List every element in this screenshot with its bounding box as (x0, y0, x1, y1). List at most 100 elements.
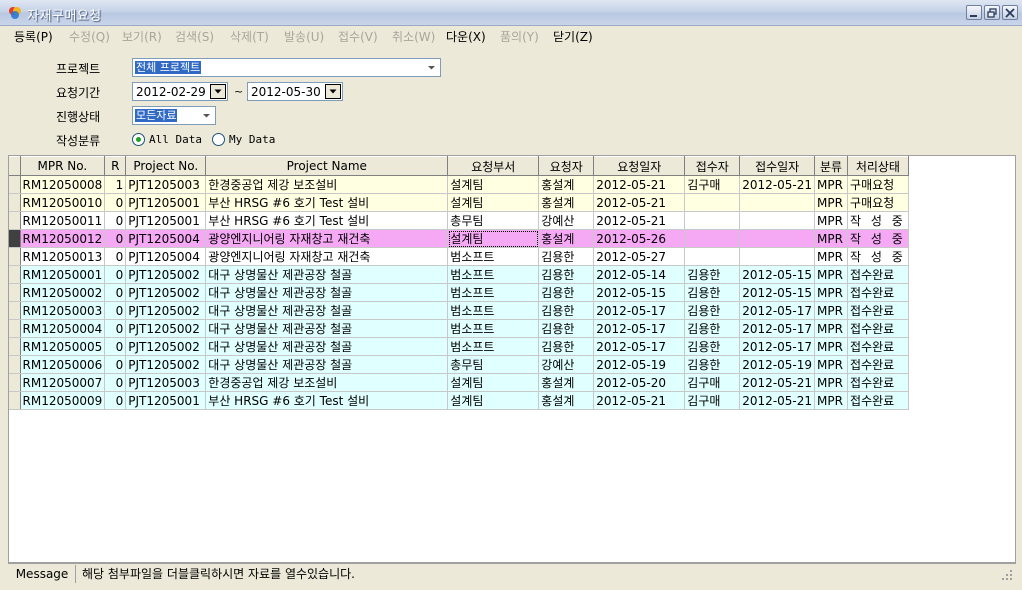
table-cell[interactable]: 부산 HRSG #6 호기 Test 설비 (205, 391, 449, 410)
table-cell[interactable]: MPR (814, 211, 849, 230)
table-cell[interactable]: MPR (814, 373, 849, 392)
table-cell[interactable]: 김용한 (538, 247, 595, 266)
table-cell[interactable]: 접수완료 (847, 283, 909, 302)
table-cell[interactable]: 0 (104, 211, 127, 230)
table-cell[interactable]: RM12050007 (20, 373, 106, 392)
table-cell[interactable]: 대구 상명물산 제관공장 철골 (205, 301, 449, 320)
table-cell[interactable]: 김용한 (684, 319, 741, 338)
table-cell[interactable]: 0 (104, 229, 127, 248)
menu-item-8[interactable]: 다운(X) (446, 28, 486, 45)
table-cell[interactable]: RM12050004 (20, 319, 106, 338)
table-cell[interactable]: RM12050013 (20, 247, 106, 266)
table-cell[interactable]: 대구 상명물산 제관공장 철골 (205, 355, 449, 374)
table-row[interactable]: RM12050006 0 PJT1205002 대구 상명물산 제관공장 철골 총무팀 강… (9, 355, 909, 374)
table-cell[interactable]: 구매요청 (847, 193, 909, 212)
menu-item-0[interactable]: 등록(P) (14, 28, 53, 45)
table-cell[interactable]: 광양엔지니어링 자재창고 재건축 (205, 229, 449, 248)
table-cell[interactable]: 2012-05-26 (593, 229, 686, 248)
column-header[interactable]: 요청일자 (593, 156, 686, 176)
table-cell[interactable]: 0 (104, 265, 127, 284)
table-cell[interactable] (684, 229, 741, 248)
table-row[interactable]: RM12050001 0 PJT1205002 대구 상명물산 제관공장 철골 범소프트… (9, 265, 909, 284)
table-cell[interactable]: PJT1205003 (125, 373, 207, 392)
table-cell[interactable]: 2012-05-17 (593, 319, 686, 338)
table-cell[interactable]: 김용한 (538, 301, 595, 320)
table-cell[interactable]: 0 (104, 337, 127, 356)
table-cell[interactable]: 2012-05-21 (593, 175, 686, 194)
table-cell[interactable]: RM12050006 (20, 355, 106, 374)
table-cell[interactable]: 구매요청 (847, 175, 909, 194)
column-header[interactable]: Project Name (205, 156, 449, 176)
row-indicator[interactable] (9, 283, 21, 302)
date-from-field[interactable]: 2012-02-29 (132, 82, 228, 101)
radio-my-data[interactable] (212, 133, 225, 146)
minimize-button[interactable] (966, 5, 982, 20)
table-cell[interactable]: PJT1205002 (125, 283, 207, 302)
menu-item-10[interactable]: 닫기(Z) (553, 28, 593, 45)
column-header[interactable]: MPR No. (20, 156, 106, 176)
table-cell[interactable]: 김구매 (684, 391, 741, 410)
table-row[interactable]: RM12050011 0 PJT1205001 부산 HRSG #6 호기 Test … (9, 211, 909, 230)
table-cell[interactable]: 강예산 (538, 211, 595, 230)
data-grid[interactable]: MPR No. R Project No. Project Name 요청부서 요청자 요청… (8, 155, 1016, 563)
radio-all-data[interactable] (132, 133, 145, 146)
column-header[interactable]: 요청부서 (447, 156, 540, 176)
table-cell[interactable]: PJT1205002 (125, 301, 207, 320)
restore-button[interactable] (984, 5, 1000, 20)
table-cell[interactable]: MPR (814, 265, 849, 284)
table-cell[interactable]: 2012-05-20 (593, 373, 686, 392)
table-cell[interactable]: RM12050009 (20, 391, 106, 410)
table-cell[interactable]: RM12050001 (20, 265, 106, 284)
menu-item-1[interactable]: 수정(Q) (69, 28, 110, 45)
menu-item-4[interactable]: 삭제(T) (230, 28, 269, 45)
table-cell[interactable]: 2012-05-19 (739, 355, 816, 374)
table-cell[interactable]: 홍설계 (538, 373, 595, 392)
table-cell[interactable] (739, 211, 816, 230)
table-cell[interactable]: 작 성 중 (847, 211, 909, 230)
table-cell[interactable]: 2012-05-14 (593, 265, 686, 284)
table-cell[interactable]: 접수완료 (847, 373, 909, 392)
table-cell[interactable]: 설계팀 (447, 175, 540, 194)
row-indicator[interactable] (9, 247, 21, 266)
table-cell[interactable]: 설계팀 (447, 193, 540, 212)
table-cell[interactable]: PJT1205002 (125, 337, 207, 356)
table-cell[interactable]: 접수완료 (847, 337, 909, 356)
column-header[interactable]: 처리상태 (847, 156, 909, 176)
table-cell[interactable]: 1 (104, 175, 127, 194)
table-cell[interactable]: 2012-05-17 (593, 301, 686, 320)
table-cell[interactable]: 설계팀 (447, 229, 540, 248)
table-cell[interactable]: 홍설계 (538, 391, 595, 410)
status-combo[interactable]: 모든자료 (132, 106, 216, 125)
table-cell[interactable]: MPR (814, 193, 849, 212)
table-row[interactable]: RM12050008 1 PJT1205003 한경중공업 제강 보조설비 설계팀 홍설계… (9, 175, 909, 194)
table-cell[interactable]: 대구 상명물산 제관공장 철골 (205, 283, 449, 302)
row-indicator[interactable] (9, 193, 21, 212)
table-cell[interactable]: 범소프트 (447, 247, 540, 266)
table-cell[interactable]: PJT1205001 (125, 211, 207, 230)
table-cell[interactable]: 설계팀 (447, 391, 540, 410)
table-cell[interactable]: 김용한 (538, 319, 595, 338)
table-cell[interactable]: 부산 HRSG #6 호기 Test 설비 (205, 193, 449, 212)
table-cell[interactable]: MPR (814, 337, 849, 356)
table-cell[interactable]: 김용한 (538, 265, 595, 284)
table-cell[interactable]: 범소프트 (447, 265, 540, 284)
table-cell[interactable]: 김용한 (538, 283, 595, 302)
table-cell[interactable]: 총무팀 (447, 211, 540, 230)
table-cell[interactable]: PJT1205002 (125, 265, 207, 284)
radio-my-data-label[interactable]: My Data (229, 133, 275, 146)
table-cell[interactable]: 대구 상명물산 제관공장 철골 (205, 319, 449, 338)
table-cell[interactable]: RM12050005 (20, 337, 106, 356)
table-cell[interactable]: MPR (814, 391, 849, 410)
table-cell[interactable]: RM12050008 (20, 175, 106, 194)
table-cell[interactable]: 김용한 (684, 265, 741, 284)
table-cell[interactable]: 홍설계 (538, 229, 595, 248)
table-cell[interactable]: 김용한 (684, 355, 741, 374)
table-cell[interactable]: PJT1205003 (125, 175, 207, 194)
table-cell[interactable] (684, 193, 741, 212)
table-cell[interactable]: 대구 상명물산 제관공장 철골 (205, 337, 449, 356)
table-row[interactable]: RM12050002 0 PJT1205002 대구 상명물산 제관공장 철골 범소프트… (9, 283, 909, 302)
close-button[interactable] (1002, 5, 1018, 20)
table-cell[interactable]: 0 (104, 193, 127, 212)
table-cell[interactable]: 김구매 (684, 373, 741, 392)
row-indicator[interactable] (9, 301, 21, 320)
